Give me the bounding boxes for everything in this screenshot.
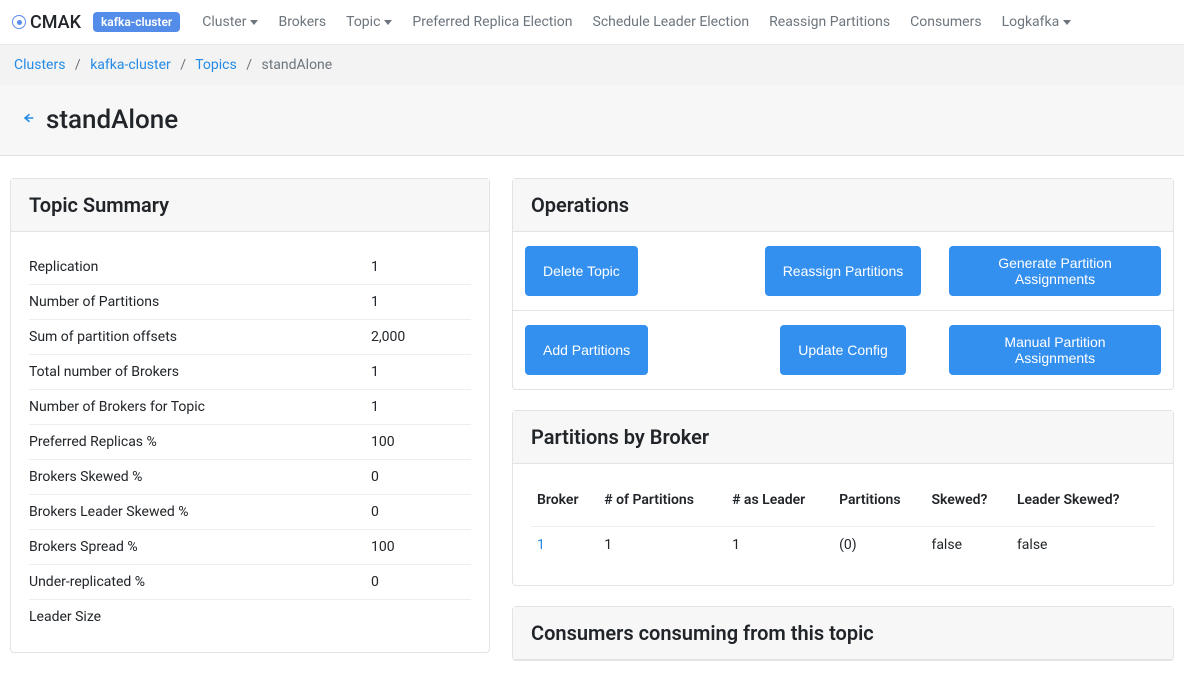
nav-link-preferred-replica-election[interactable]: Preferred Replica Election — [402, 8, 582, 36]
table-row: 111(0)falsefalse — [531, 527, 1155, 568]
consumers-card: Consumers consuming from this topic — [512, 606, 1174, 661]
summary-row: Number of Brokers for Topic1 — [29, 390, 471, 425]
summary-row: Brokers Skewed %0 — [29, 460, 471, 495]
table-cell: false — [925, 527, 1010, 568]
broker-table-header: Skewed? — [925, 482, 1010, 527]
back-icon[interactable] — [22, 112, 34, 128]
table-cell: false — [1011, 527, 1155, 568]
summary-label: Brokers Spread % — [29, 539, 371, 555]
summary-value: 100 — [371, 539, 471, 555]
chevron-down-icon — [384, 20, 392, 25]
operations-card: Operations Delete Topic Reassign Partitio… — [512, 178, 1174, 390]
summary-value: 100 — [371, 434, 471, 450]
breadcrumb-separator: / — [174, 57, 192, 73]
broker-table-header: # of Partitions — [598, 482, 726, 527]
broker-link[interactable]: 1 — [537, 537, 545, 553]
summary-label: Sum of partition offsets — [29, 329, 371, 345]
breadcrumb-separator: / — [240, 57, 258, 73]
table-cell: (0) — [833, 527, 925, 568]
summary-label: Number of Partitions — [29, 294, 371, 310]
manual-partition-assignments-button[interactable]: Manual Partition Assignments — [949, 325, 1161, 375]
page-header: standAlone — [0, 85, 1184, 156]
broker-table-header: Broker — [531, 482, 598, 527]
add-partitions-button[interactable]: Add Partitions — [525, 325, 648, 375]
summary-row: Leader Size — [29, 600, 471, 634]
summary-value: 2,000 — [371, 329, 471, 345]
navbar: CMAK kafka-cluster ClusterBrokersTopicPr… — [0, 0, 1184, 45]
chevron-down-icon — [250, 20, 258, 25]
summary-value: 1 — [371, 259, 471, 275]
brand-icon — [12, 15, 26, 29]
breadcrumb-link-cluster-name[interactable]: kafka-cluster — [90, 57, 171, 73]
table-cell: 1 — [598, 527, 726, 568]
summary-row: Brokers Spread %100 — [29, 530, 471, 565]
brand-text: CMAK — [30, 12, 81, 33]
brand-link[interactable]: CMAK — [12, 12, 81, 33]
consumers-heading: Consumers consuming from this topic — [513, 607, 1173, 660]
broker-table-header: Partitions — [833, 482, 925, 527]
cluster-badge[interactable]: kafka-cluster — [93, 12, 180, 32]
partitions-by-broker-card: Partitions by Broker Broker# of Partitio… — [512, 410, 1174, 586]
nav-link-cluster[interactable]: Cluster — [192, 8, 268, 36]
chevron-down-icon — [1063, 20, 1071, 25]
summary-value: 1 — [371, 294, 471, 310]
breadcrumb-link-clusters[interactable]: Clusters — [14, 57, 65, 73]
update-config-button[interactable]: Update Config — [780, 325, 906, 375]
nav-link-brokers[interactable]: Brokers — [268, 8, 336, 36]
delete-topic-button[interactable]: Delete Topic — [525, 246, 638, 296]
broker-table-header: # as Leader — [726, 482, 833, 527]
summary-value: 0 — [371, 574, 471, 590]
operations-heading: Operations — [513, 179, 1173, 232]
breadcrumb-link-topics[interactable]: Topics — [195, 57, 236, 73]
summary-value: 1 — [371, 399, 471, 415]
nav-link-logkafka[interactable]: Logkafka — [992, 8, 1082, 36]
summary-label: Brokers Skewed % — [29, 469, 371, 485]
summary-row: Total number of Brokers1 — [29, 355, 471, 390]
summary-label: Preferred Replicas % — [29, 434, 371, 450]
page-title: standAlone — [46, 105, 178, 135]
summary-row: Number of Partitions1 — [29, 285, 471, 320]
topic-summary-heading: Topic Summary — [11, 179, 489, 232]
summary-label: Brokers Leader Skewed % — [29, 504, 371, 520]
summary-label: Total number of Brokers — [29, 364, 371, 380]
topic-summary-card: Topic Summary Replication1Number of Part… — [10, 178, 490, 653]
summary-value — [371, 609, 471, 625]
summary-label: Under-replicated % — [29, 574, 371, 590]
summary-value: 0 — [371, 469, 471, 485]
summary-row: Under-replicated %0 — [29, 565, 471, 600]
summary-label: Replication — [29, 259, 371, 275]
nav-link-schedule-leader-election[interactable]: Schedule Leader Election — [583, 8, 760, 36]
table-cell: 1 — [531, 527, 598, 568]
nav-link-topic[interactable]: Topic — [336, 8, 402, 36]
summary-value: 1 — [371, 364, 471, 380]
reassign-partitions-button[interactable]: Reassign Partitions — [765, 246, 922, 296]
summary-row: Replication1 — [29, 250, 471, 285]
broker-table-header: Leader Skewed? — [1011, 482, 1155, 527]
broker-table: Broker# of Partitions# as LeaderPartitio… — [531, 482, 1155, 567]
summary-row: Brokers Leader Skewed %0 — [29, 495, 471, 530]
summary-label: Leader Size — [29, 609, 371, 625]
nav-link-consumers[interactable]: Consumers — [900, 8, 991, 36]
table-cell: 1 — [726, 527, 833, 568]
nav-link-reassign-partitions[interactable]: Reassign Partitions — [759, 8, 900, 36]
generate-partition-assignments-button[interactable]: Generate Partition Assignments — [949, 246, 1161, 296]
summary-row: Preferred Replicas %100 — [29, 425, 471, 460]
summary-row: Sum of partition offsets2,000 — [29, 320, 471, 355]
breadcrumb-current: standAlone — [261, 57, 332, 73]
partitions-by-broker-heading: Partitions by Broker — [513, 411, 1173, 464]
breadcrumb-separator: / — [69, 57, 87, 73]
summary-value: 0 — [371, 504, 471, 520]
summary-label: Number of Brokers for Topic — [29, 399, 371, 415]
breadcrumb: Clusters / kafka-cluster / Topics / stan… — [0, 45, 1184, 85]
